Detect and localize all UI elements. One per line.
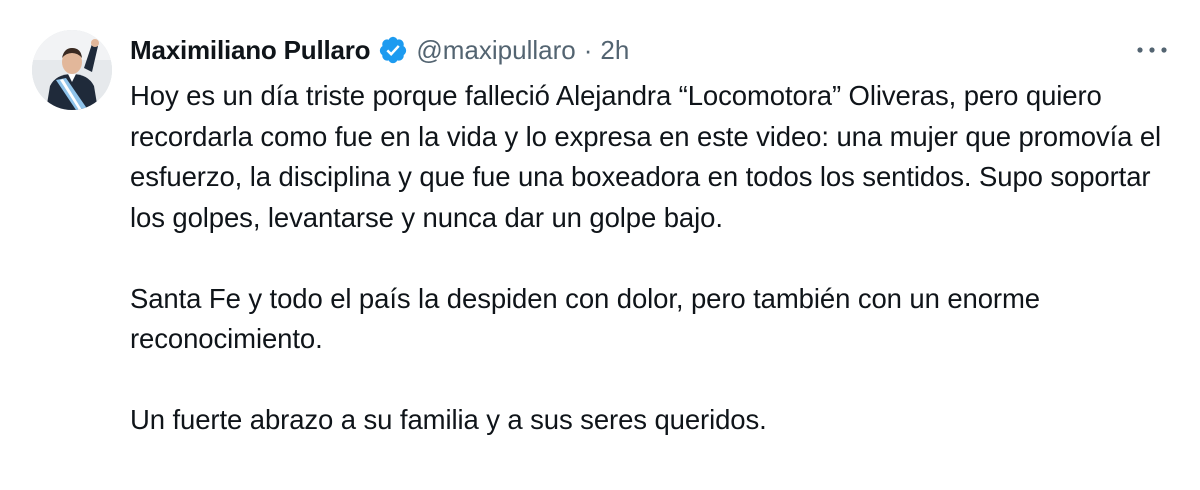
tweet-text: Hoy es un día triste porque falleció Ale… (130, 76, 1175, 441)
author-name[interactable]: Maximiliano Pullaro (130, 35, 371, 66)
tweet-header: Maximiliano Pullaro @maxipullaro · 2h (130, 30, 629, 70)
avatar-photo (32, 30, 112, 110)
header-separator: · (583, 34, 593, 65)
tweet-paragraph-3: Un fuerte abrazo a su familia y a sus se… (130, 404, 767, 435)
more-options-icon[interactable] (1132, 36, 1172, 64)
tweet-paragraph-2: Santa Fe y todo el país la despiden con … (130, 282, 1040, 355)
verified-badge-icon[interactable] (378, 35, 408, 65)
avatar[interactable] (32, 30, 112, 110)
tweet-timestamp[interactable]: 2h (600, 35, 629, 66)
author-handle[interactable]: @maxipullaro (416, 35, 575, 66)
tweet-paragraph-1: Hoy es un día triste porque falleció Ale… (130, 80, 1162, 233)
tweet-card[interactable]: Maximiliano Pullaro @maxipullaro · 2h Ho… (0, 0, 1200, 490)
